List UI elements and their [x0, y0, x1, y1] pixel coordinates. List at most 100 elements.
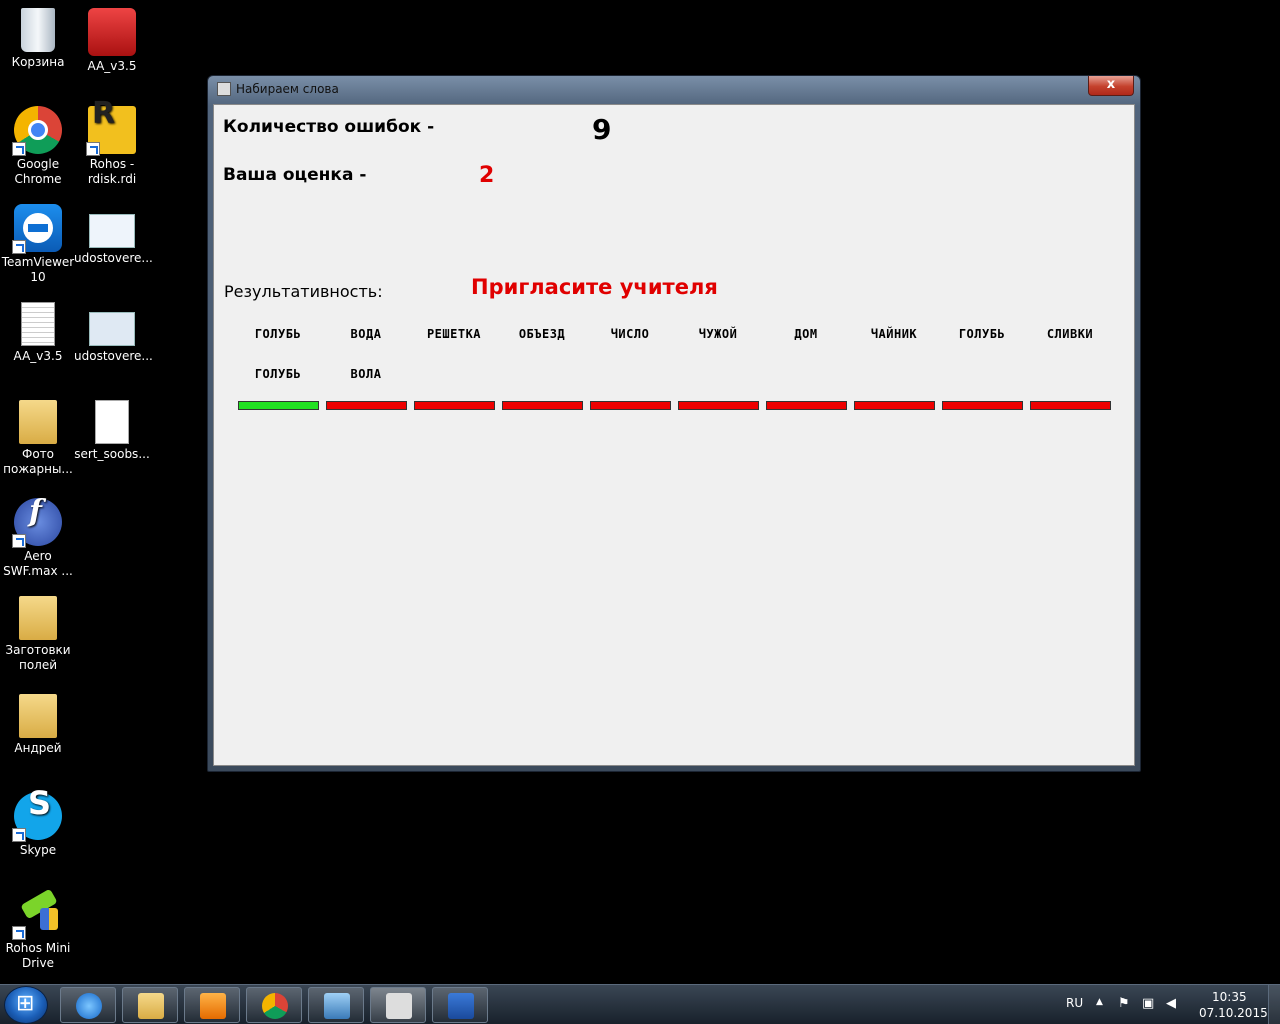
target-word: ЧАЙНИК — [870, 327, 918, 341]
clock-date[interactable]: 07.10.2015 — [1199, 1006, 1268, 1020]
templates-folder[interactable]: Заготовки полей — [0, 596, 76, 673]
target-word: ДОМ — [794, 327, 818, 341]
teamviewer-shortcut[interactable]: TeamViewer 10 — [0, 204, 76, 285]
icon-label: AA_v3.5 — [13, 349, 63, 363]
icon-label: Skype — [19, 843, 57, 857]
taskbar-ie-button[interactable] — [60, 987, 116, 1023]
shortcut-arrow-icon — [12, 926, 26, 940]
network-icon[interactable]: ▣ — [1142, 996, 1154, 1011]
shortcut-arrow-icon — [12, 534, 26, 548]
shortcut-arrow-icon — [12, 240, 26, 254]
aa-app-icon[interactable]: AA_v3.5 — [74, 8, 150, 74]
result-bar-wrong — [414, 401, 495, 410]
taskbar-typing-app-button[interactable] — [370, 987, 426, 1023]
grade-label: Ваша оценка - — [223, 165, 367, 185]
media-player-icon — [200, 993, 226, 1019]
shortcut-arrow-icon — [12, 142, 26, 156]
word-icon — [448, 993, 474, 1019]
typing-app-icon — [386, 993, 412, 1019]
target-word: ЧУЖОЙ — [698, 327, 738, 341]
rohos-mini-drive-shortcut[interactable]: Rohos Mini Drive — [0, 888, 76, 971]
start-button[interactable] — [4, 986, 48, 1024]
icon-label: sert_soobs... — [74, 447, 150, 461]
internet-explorer-icon — [76, 993, 102, 1019]
rohos-icon: R — [86, 99, 136, 156]
recycle-bin-icon[interactable]: Корзина — [0, 8, 76, 70]
result-bar-wrong — [326, 401, 407, 410]
recycle-bin-glyph-icon — [21, 8, 55, 52]
folder-icon — [138, 993, 164, 1019]
access-icon — [88, 8, 136, 56]
image-file-icon — [89, 312, 135, 346]
typed-word: ГОЛУБЬ — [254, 367, 302, 381]
text-file-icon — [21, 302, 55, 346]
show-desktop-button[interactable] — [1268, 985, 1280, 1024]
icon-label: udostovere... — [74, 251, 153, 265]
target-word: РЕШЕТКА — [426, 327, 482, 341]
aa-file[interactable]: AA_v3.5 — [0, 302, 76, 364]
icon-label: TeamViewer 10 — [1, 255, 75, 284]
result-bar-correct — [238, 401, 319, 410]
window-client-area: Количество ошибок - 9 Ваша оценка - 2 Ре… — [213, 104, 1135, 766]
certificate-icon — [95, 400, 129, 444]
taskbar: RU ▲ ⚑ ▣ ◀ 10:35 07.10.2015 — [0, 984, 1280, 1024]
typing-app-window: Набираем слова x Количество ошибок - 9 В… — [207, 75, 1141, 772]
teamviewer-icon — [12, 204, 62, 254]
folder-icon — [19, 694, 57, 738]
target-words-row: ГОЛУБЬ ВОДА РЕШЕТКА ОБЪЕЗД ЧИСЛО ЧУЖОЙ Д… — [238, 327, 1118, 347]
grade-value: 2 — [479, 163, 495, 188]
taskbar-media-button[interactable] — [184, 987, 240, 1023]
result-bar-wrong — [678, 401, 759, 410]
result-bar-wrong — [590, 401, 671, 410]
target-word: ВОДА — [350, 327, 382, 341]
close-button[interactable]: x — [1088, 76, 1134, 96]
target-word: ЧИСЛО — [610, 327, 650, 341]
typed-word: ВОЛА — [350, 367, 382, 381]
action-center-icon[interactable]: ⚑ — [1118, 996, 1130, 1011]
chrome-shortcut[interactable]: Google Chrome — [0, 106, 76, 187]
icon-label: Rohos Mini Drive — [5, 941, 71, 970]
show-hidden-icons-icon[interactable]: ▲ — [1096, 997, 1103, 1007]
target-word: ГОЛУБЬ — [958, 327, 1006, 341]
sert-file[interactable]: sert_soobs... — [74, 400, 150, 462]
result-label: Результативность: — [224, 282, 383, 301]
taskbar-photos-button[interactable] — [308, 987, 364, 1023]
folder-icon — [19, 400, 57, 444]
typed-words-row: ГОЛУБЬ ВОЛА — [238, 367, 1118, 387]
udostovere-file-2[interactable]: udostovere... — [74, 302, 153, 364]
language-indicator[interactable]: RU — [1066, 996, 1083, 1010]
chrome-icon — [12, 106, 62, 156]
flash-icon: f — [12, 497, 62, 548]
result-bar-wrong — [502, 401, 583, 410]
icon-label: Андрей — [14, 741, 62, 755]
udostovere-file-1[interactable]: udostovere... — [74, 204, 153, 266]
target-word: ГОЛУБЬ — [254, 327, 302, 341]
result-bar-wrong — [766, 401, 847, 410]
result-bars — [238, 401, 1118, 411]
taskbar-chrome-button[interactable] — [246, 987, 302, 1023]
taskbar-word-button[interactable] — [432, 987, 488, 1023]
usb-drive-icon — [12, 888, 62, 940]
shortcut-arrow-icon — [86, 142, 100, 156]
result-bar-wrong — [854, 401, 935, 410]
aero-swf-shortcut[interactable]: f Aero SWF.max ... — [0, 497, 76, 579]
skype-icon: S — [12, 787, 62, 842]
icon-label: Заготовки полей — [5, 643, 71, 672]
clock-time[interactable]: 10:35 — [1212, 990, 1247, 1004]
app-icon — [217, 82, 231, 96]
shortcut-arrow-icon — [12, 828, 26, 842]
rohos-rdisk-shortcut[interactable]: R Rohos - rdisk.rdi — [74, 99, 150, 187]
icon-label: AA_v3.5 — [87, 59, 137, 73]
skype-shortcut[interactable]: S Skype — [0, 787, 76, 858]
target-word: ОБЪЕЗД — [518, 327, 566, 341]
taskbar-explorer-button[interactable] — [122, 987, 178, 1023]
folder-icon — [19, 596, 57, 640]
chrome-icon — [262, 993, 288, 1019]
icon-label: Корзина — [11, 55, 65, 69]
andrey-folder[interactable]: Андрей — [0, 694, 76, 756]
result-bar-wrong — [942, 401, 1023, 410]
title-bar[interactable]: Набираем слова x — [208, 76, 1140, 102]
photos-folder[interactable]: Фото пожарны... — [0, 400, 76, 477]
teacher-message: Пригласите учителя — [471, 275, 718, 299]
volume-icon[interactable]: ◀ — [1166, 996, 1176, 1011]
